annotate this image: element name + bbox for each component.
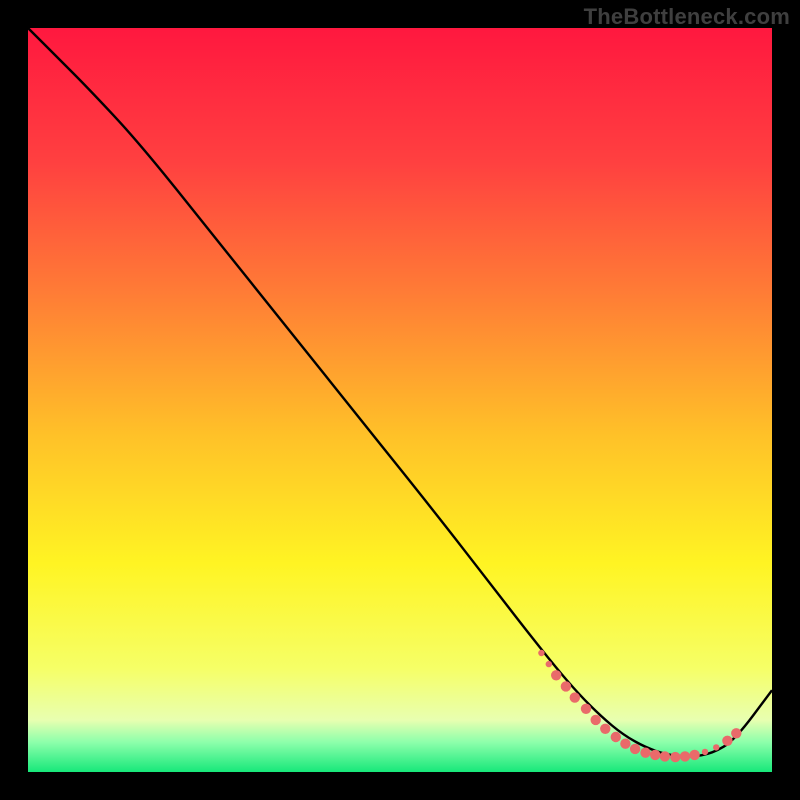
- curve-marker: [570, 692, 580, 702]
- curve-marker: [538, 650, 544, 656]
- curve-marker: [713, 744, 719, 750]
- curve-marker: [611, 732, 621, 742]
- curve-marker: [591, 715, 601, 725]
- gradient-background: [28, 28, 772, 772]
- curve-marker: [620, 739, 630, 749]
- curve-marker: [670, 752, 680, 762]
- curve-marker: [680, 751, 690, 761]
- watermark-text: TheBottleneck.com: [584, 4, 790, 30]
- curve-marker: [581, 704, 591, 714]
- plot-area: [28, 28, 772, 772]
- chart-container: TheBottleneck.com: [0, 0, 800, 800]
- curve-marker: [546, 661, 552, 667]
- curve-marker: [722, 736, 732, 746]
- curve-marker: [731, 728, 741, 738]
- curve-marker: [689, 750, 699, 760]
- curve-marker: [551, 670, 561, 680]
- chart-svg: [28, 28, 772, 772]
- curve-marker: [640, 748, 650, 758]
- curve-marker: [702, 749, 708, 755]
- curve-marker: [561, 681, 571, 691]
- curve-marker: [650, 750, 660, 760]
- curve-marker: [600, 724, 610, 734]
- curve-marker: [660, 751, 670, 761]
- curve-marker: [630, 744, 640, 754]
